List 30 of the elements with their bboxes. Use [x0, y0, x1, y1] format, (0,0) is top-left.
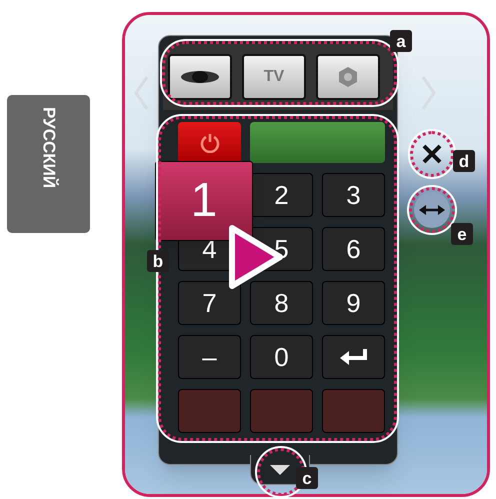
enter-icon [338, 348, 368, 366]
number-key[interactable]: 9 [322, 281, 385, 325]
down-arrow-icon [269, 464, 291, 476]
eye-icon [180, 69, 220, 85]
number-key[interactable]: 1 [155, 161, 253, 241]
power-key[interactable] [178, 122, 241, 163]
close-icon [421, 143, 443, 165]
color-key[interactable] [178, 389, 241, 433]
settings-icon [337, 66, 359, 88]
language-tab[interactable]: РУССКИЙ [7, 95, 90, 233]
callout-label: b [147, 250, 169, 272]
callout-label: e [451, 223, 473, 245]
number-key[interactable]: 0 [250, 335, 313, 379]
callout-label: a [390, 30, 412, 52]
mode-button[interactable] [168, 54, 232, 100]
color-key[interactable] [322, 389, 385, 433]
color-key[interactable] [250, 389, 313, 433]
callout-label: c [296, 467, 318, 489]
number-key[interactable]: 3 [322, 173, 385, 217]
number-key[interactable]: 6 [322, 227, 385, 271]
number-key[interactable]: 8 [250, 281, 313, 325]
language-label: РУССКИЙ [38, 107, 60, 190]
number-key[interactable]: – [178, 335, 241, 379]
number-key[interactable]: 7 [178, 281, 241, 325]
settings-button[interactable] [316, 54, 380, 100]
number-key[interactable]: 2 [250, 173, 313, 217]
enter-key[interactable] [322, 335, 385, 379]
power-icon [200, 132, 220, 152]
callout-label: d [453, 150, 475, 172]
double-arrow-icon [419, 204, 445, 216]
